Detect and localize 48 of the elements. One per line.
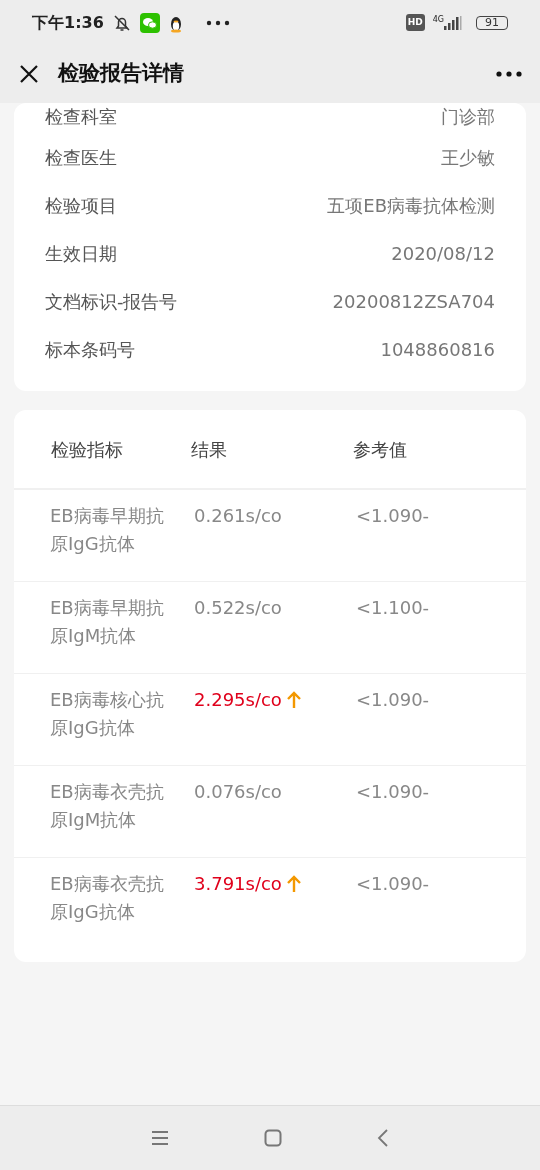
page-title: 检验报告详情 <box>58 60 184 88</box>
info-label: 生效日期 <box>45 241 117 266</box>
battery-indicator: 91 <box>476 15 508 30</box>
table-cell-text: EB病毒核心抗原IgG抗体 <box>50 688 165 740</box>
table-cell-text: EB病毒衣壳抗原IgM抗体 <box>50 780 165 832</box>
info-value: 门诊部 <box>441 105 495 129</box>
signal-icon <box>444 15 462 30</box>
network-type: 4G <box>432 15 444 24</box>
chat-app-icon <box>139 12 160 33</box>
table-cell-text: EB病毒早期抗原IgG抗体 <box>50 504 165 556</box>
info-value: 1048860816 <box>380 337 495 362</box>
info-value: 2020/08/12 <box>391 241 495 266</box>
back-icon[interactable] <box>377 1129 389 1147</box>
info-label: 检验项目 <box>45 193 117 218</box>
more-icon <box>205 19 230 26</box>
up-arrow-icon <box>285 691 302 709</box>
muted-bell-icon <box>111 12 132 33</box>
result-value: 3.791s/co <box>194 872 282 896</box>
result-value: 0.076s/co <box>194 780 282 804</box>
info-value: 20200812ZSA704 <box>332 289 495 314</box>
table-cell-text: <1.090- <box>356 504 430 528</box>
menu-icon[interactable] <box>151 1130 169 1146</box>
close-icon <box>18 63 40 85</box>
column-header: 参考值 <box>353 437 407 462</box>
up-arrow-icon <box>285 875 302 893</box>
info-label: 标本条码号 <box>45 337 135 362</box>
result-value: 0.522s/co <box>194 596 282 620</box>
result-value: 2.295s/co <box>194 688 282 712</box>
table-cell-text: <1.090- <box>356 872 430 896</box>
table-cell-text: <1.100- <box>356 596 430 620</box>
info-label: 文档标识-报告号 <box>45 289 178 314</box>
info-value: 王少敏 <box>441 145 495 170</box>
more-button[interactable] <box>496 71 522 77</box>
close-button[interactable] <box>18 63 40 85</box>
info-label: 检查科室 <box>45 105 117 129</box>
hd-badge: HD <box>405 13 425 32</box>
status-time: 下午1:36 <box>32 11 104 34</box>
info-value: 五项EB病毒抗体检测 <box>327 193 495 218</box>
result-value: 0.261s/co <box>194 504 282 528</box>
table-cell-text: <1.090- <box>356 780 430 804</box>
column-header: 结果 <box>191 437 228 462</box>
info-label: 检查医生 <box>45 145 117 170</box>
table-cell-text: EB病毒早期抗原IgM抗体 <box>50 596 165 648</box>
home-icon[interactable] <box>264 1129 282 1147</box>
column-header: 检验指标 <box>51 437 124 462</box>
table-cell-text: EB病毒衣壳抗原IgG抗体 <box>50 872 165 924</box>
table-cell-text: <1.090- <box>356 688 430 712</box>
more-icon <box>496 71 522 77</box>
